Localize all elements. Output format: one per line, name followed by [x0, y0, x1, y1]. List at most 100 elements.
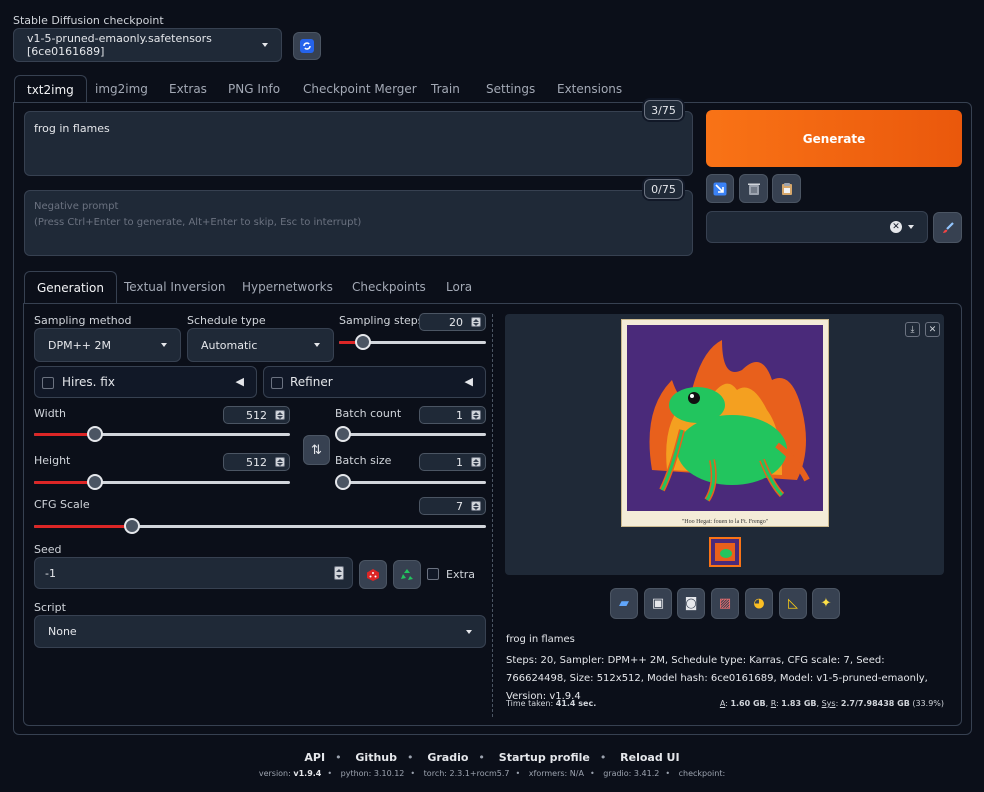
hires-fix-accordion[interactable]: Hires. fix ◀	[34, 366, 257, 398]
spinner-icon[interactable]	[471, 457, 481, 467]
panel-divider	[492, 314, 493, 717]
tab-hypernetworks[interactable]: Hypernetworks	[242, 280, 333, 294]
slider-handle[interactable]	[335, 474, 351, 490]
checkpoint-dropdown[interactable]: v1-5-pruned-emaonly.safetensors [6ce0161…	[13, 28, 282, 62]
extra-seed-checkbox[interactable]	[427, 568, 439, 580]
tab-train[interactable]: Train	[431, 82, 460, 96]
refiner-label: Refiner	[290, 375, 333, 389]
width-value: 512	[246, 408, 267, 422]
read-params-button[interactable]	[706, 174, 734, 203]
prompt-textarea[interactable]: frog in flames	[24, 111, 693, 176]
checkpoint-version: checkpoint:	[678, 769, 726, 778]
width-slider[interactable]	[34, 426, 290, 442]
spinner-icon[interactable]	[471, 317, 481, 327]
height-slider[interactable]	[34, 474, 290, 490]
sampling-method-value: DPM++ 2M	[48, 338, 112, 352]
collapse-icon[interactable]: ◀	[465, 375, 473, 388]
sampling-method-dropdown[interactable]: DPM++ 2M	[34, 328, 181, 362]
slider-handle[interactable]	[123, 518, 140, 534]
reuse-seed-button[interactable]	[393, 560, 421, 589]
download-icon[interactable]: ⤓	[905, 322, 920, 337]
cfg-scale-slider[interactable]	[34, 518, 486, 534]
sampling-method-label: Sampling method	[34, 314, 132, 327]
batch-size-slider[interactable]	[335, 474, 486, 490]
batch-count-input[interactable]: 1	[419, 406, 486, 424]
spinner-icon[interactable]	[275, 410, 285, 420]
memory-usage: A: 1.60 GB, R: 1.83 GB, Sys: 2.7/7.98438…	[719, 699, 944, 708]
cfg-scale-value: 7	[456, 499, 463, 513]
sampling-steps-slider[interactable]	[339, 334, 486, 350]
footer-link-api[interactable]: API	[304, 751, 325, 764]
tab-settings[interactable]: Settings	[486, 82, 535, 96]
tab-extensions[interactable]: Extensions	[557, 82, 622, 96]
footer-link-startup-profile[interactable]: Startup profile	[499, 751, 590, 764]
schedule-type-dropdown[interactable]: Automatic	[187, 328, 334, 362]
edit-styles-button[interactable]	[933, 212, 962, 243]
upscale-button[interactable]: ✦	[812, 588, 840, 619]
spinner-icon[interactable]	[334, 566, 344, 580]
clear-prompt-button[interactable]	[739, 174, 768, 203]
cfg-scale-label: CFG Scale	[34, 498, 90, 511]
checkpoint-label: Stable Diffusion checkpoint	[13, 14, 164, 27]
height-value: 512	[246, 455, 267, 469]
refiner-checkbox[interactable]	[271, 377, 283, 389]
batch-count-slider[interactable]	[335, 426, 486, 442]
open-folder-button[interactable]: ▰	[610, 588, 638, 619]
width-input[interactable]: 512	[223, 406, 290, 424]
send-to-img2img-button[interactable]: ▨	[711, 588, 739, 619]
extra-seed-label: Extra	[446, 568, 476, 581]
height-input[interactable]: 512	[223, 453, 290, 471]
tab-lora[interactable]: Lora	[446, 280, 472, 294]
version-value: v1.9.4	[293, 769, 322, 778]
gallery-thumbnail[interactable]	[709, 537, 741, 567]
apply-style-button[interactable]	[772, 174, 801, 203]
spinner-icon[interactable]	[471, 410, 481, 420]
negative-prompt-textarea[interactable]: Negative prompt (Press Ctrl+Enter to gen…	[24, 190, 693, 256]
spinner-icon[interactable]	[275, 457, 285, 467]
seed-label: Seed	[34, 543, 62, 556]
save-button[interactable]: ▣	[644, 588, 672, 619]
refiner-accordion[interactable]: Refiner ◀	[263, 366, 486, 398]
slider-handle[interactable]	[354, 334, 371, 350]
chevron-down-icon	[161, 343, 167, 347]
send-to-extras-button[interactable]: ◺	[779, 588, 807, 619]
tab-checkpoints[interactable]: Checkpoints	[352, 280, 426, 294]
batch-size-input[interactable]: 1	[419, 453, 486, 471]
python-version: python: 3.10.12	[340, 769, 405, 778]
collapse-icon[interactable]: ◀	[236, 375, 244, 388]
tab-textual-inversion[interactable]: Textual Inversion	[124, 280, 225, 294]
footer-link-gradio[interactable]: Gradio	[427, 751, 468, 764]
chevron-down-icon	[466, 629, 472, 634]
generate-button[interactable]: Generate	[706, 110, 962, 167]
mem-a-value: 1.60 GB	[730, 699, 766, 708]
dice-icon	[367, 568, 379, 581]
send-to-inpaint-button[interactable]: ◕	[745, 588, 773, 619]
zip-button[interactable]: ◙	[677, 588, 705, 619]
info-prompt: frog in flames	[506, 634, 575, 645]
hires-fix-checkbox[interactable]	[42, 377, 54, 389]
tab-extras[interactable]: Extras	[169, 82, 207, 96]
tab-txt2img[interactable]: txt2img	[14, 75, 87, 103]
random-seed-button[interactable]	[359, 560, 387, 589]
script-dropdown[interactable]: None	[34, 615, 486, 648]
generated-image[interactable]: "Hoo Hegat: fouen to la Ft. Frengo"	[621, 319, 829, 527]
tab-png-info[interactable]: PNG Info	[228, 82, 280, 96]
sampling-steps-input[interactable]: 20	[419, 313, 486, 331]
tab-img2img[interactable]: img2img	[95, 82, 148, 96]
footer-link-reload-ui[interactable]: Reload UI	[620, 751, 679, 764]
tab-generation[interactable]: Generation	[24, 271, 117, 304]
cfg-scale-input[interactable]: 7	[419, 497, 486, 515]
close-icon[interactable]: ✕	[890, 221, 902, 233]
seed-input[interactable]: -1	[34, 557, 353, 589]
swap-dimensions-button[interactable]: ⇅	[303, 435, 330, 465]
chevron-down-icon	[908, 225, 914, 229]
spinner-icon[interactable]	[471, 501, 481, 511]
close-icon[interactable]: ✕	[925, 322, 940, 337]
slider-handle[interactable]	[335, 426, 351, 442]
trash-icon	[747, 183, 760, 195]
tab-checkpoint-merger[interactable]: Checkpoint Merger	[303, 82, 417, 96]
styles-dropdown[interactable]: ✕	[706, 211, 928, 243]
footer-link-github[interactable]: Github	[355, 751, 397, 764]
refresh-checkpoint-button[interactable]	[293, 32, 321, 60]
recycle-icon	[401, 568, 413, 580]
